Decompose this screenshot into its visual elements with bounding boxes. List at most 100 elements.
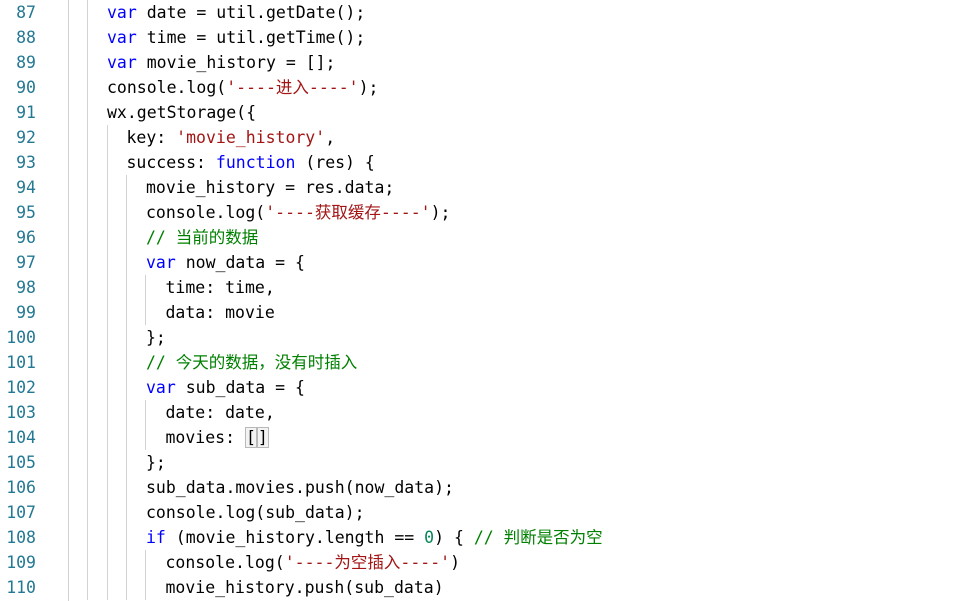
- code-line[interactable]: 101 // 今天的数据，没有时插入: [0, 350, 979, 375]
- token-text: data: movie: [165, 303, 275, 322]
- indent-guide: [87, 375, 88, 400]
- indent-guide: [126, 525, 127, 550]
- indent-guide: [87, 550, 88, 575]
- code-text: console.log('----获取缓存----');: [146, 200, 450, 225]
- line-number: 89: [16, 53, 36, 72]
- token-text: time: time,: [165, 278, 275, 297]
- indent-guide: [87, 0, 88, 25]
- indent-guide: [107, 125, 108, 150]
- indent-guide: [145, 550, 146, 575]
- code-line[interactable]: 109 console.log('----为空插入----'): [0, 550, 979, 575]
- code-line[interactable]: 97 var now_data = {: [0, 250, 979, 275]
- line-number: 107: [6, 503, 36, 522]
- indent-guide: [87, 50, 88, 75]
- line-number: 98: [16, 278, 36, 297]
- indent-guide: [107, 275, 108, 300]
- indent-guide: [87, 325, 88, 350]
- indent-guide: [87, 100, 88, 125]
- indent-guide: [87, 275, 88, 300]
- indent-guide: [126, 425, 127, 450]
- indent-guide: [107, 525, 108, 550]
- code-text: wx.getStorage({: [107, 100, 256, 125]
- code-text: sub_data.movies.push(now_data);: [146, 475, 454, 500]
- code-line[interactable]: 108 if (movie_history.length == 0) { // 判…: [0, 525, 979, 550]
- indent-guide: [107, 475, 108, 500]
- token-cmt: // 判断是否为空: [473, 528, 603, 547]
- code-line[interactable]: 106 sub_data.movies.push(now_data);: [0, 475, 979, 500]
- token-text: ): [450, 553, 460, 572]
- token-text: console.log(: [165, 553, 285, 572]
- code-line[interactable]: 89 var movie_history = [];: [0, 50, 979, 75]
- indent-guide: [126, 350, 127, 375]
- indent-guide: [87, 150, 88, 175]
- indent-guide: [107, 250, 108, 275]
- token-str: '----获取缓存----': [265, 203, 431, 222]
- code-text: var time = util.getTime();: [107, 25, 365, 50]
- line-number: 99: [16, 303, 36, 322]
- code-line[interactable]: 96 // 当前的数据: [0, 225, 979, 250]
- line-number: 92: [16, 128, 36, 147]
- code-text: var date = util.getDate();: [107, 0, 365, 25]
- code-text: movie_history.push(sub_data): [166, 575, 444, 600]
- code-text: movies: []: [166, 425, 269, 450]
- code-text: };: [146, 450, 166, 475]
- token-text: movie_history = [];: [136, 53, 336, 72]
- code-text: var movie_history = [];: [107, 50, 336, 75]
- line-number: 100: [6, 328, 36, 347]
- indent-guide: [126, 325, 127, 350]
- token-text: ) {: [434, 528, 474, 547]
- code-line[interactable]: 95 console.log('----获取缓存----');: [0, 200, 979, 225]
- code-line[interactable]: 90 console.log('----进入----');: [0, 75, 979, 100]
- code-line[interactable]: 92 key: 'movie_history',: [0, 125, 979, 150]
- code-text: date: date,: [166, 400, 275, 425]
- line-number: 109: [6, 553, 36, 572]
- token-text: console.log(: [146, 203, 266, 222]
- token-kw: if: [146, 528, 166, 547]
- code-line[interactable]: 91 wx.getStorage({: [0, 100, 979, 125]
- indent-guide: [126, 175, 127, 200]
- code-line[interactable]: 87 var date = util.getDate();: [0, 0, 979, 25]
- code-text: console.log('----为空插入----'): [166, 550, 461, 575]
- code-line[interactable]: 94 movie_history = res.data;: [0, 175, 979, 200]
- indent-guide: [87, 250, 88, 275]
- token-text: };: [146, 453, 166, 472]
- code-editor[interactable]: 87 var date = util.getDate(); 88 var time =…: [0, 0, 979, 601]
- code-line[interactable]: 102 var sub_data = {: [0, 375, 979, 400]
- token-text: (movie_history.length ==: [165, 528, 425, 547]
- token-kw: var: [146, 378, 176, 397]
- indent-guide: [126, 475, 127, 500]
- token-str: '----为空插入----': [284, 553, 451, 572]
- code-text: var sub_data = {: [146, 375, 305, 400]
- token-kw: var: [107, 3, 137, 22]
- indent-guide: [126, 575, 127, 600]
- token-text: };: [146, 328, 166, 347]
- indent-guide: [107, 550, 108, 575]
- indent-guide: [107, 450, 108, 475]
- indent-guide: [87, 575, 88, 600]
- token-text: movie_history.push(sub_data): [165, 578, 444, 597]
- code-line[interactable]: 99 data: movie: [0, 300, 979, 325]
- code-line[interactable]: 105};: [0, 450, 979, 475]
- token-text: movies:: [165, 428, 245, 447]
- indent-guide: [145, 575, 146, 600]
- token-bracket-match: [: [244, 427, 257, 448]
- code-line[interactable]: 88 var time = util.getTime();: [0, 25, 979, 50]
- indent-guide: [145, 275, 146, 300]
- indent-guide: [87, 75, 88, 100]
- code-line[interactable]: 103 date: date,: [0, 400, 979, 425]
- code-line[interactable]: 100};: [0, 325, 979, 350]
- token-text: date = util.getDate();: [136, 3, 366, 22]
- code-line[interactable]: 107 console.log(sub_data);: [0, 500, 979, 525]
- code-line[interactable]: 98 time: time,: [0, 275, 979, 300]
- indent-guide: [87, 225, 88, 250]
- indent-guide: [107, 350, 108, 375]
- indent-guide: [126, 550, 127, 575]
- indent-guide: [87, 500, 88, 525]
- code-line[interactable]: 104 movies: []: [0, 425, 979, 450]
- code-text: key: 'movie_history',: [127, 125, 336, 150]
- token-text: console.log(sub_data);: [146, 503, 365, 522]
- code-line[interactable]: 93 success: function (res) {: [0, 150, 979, 175]
- code-line[interactable]: 110 movie_history.push(sub_data): [0, 575, 979, 600]
- indent-guide: [107, 500, 108, 525]
- token-kw: var: [107, 53, 137, 72]
